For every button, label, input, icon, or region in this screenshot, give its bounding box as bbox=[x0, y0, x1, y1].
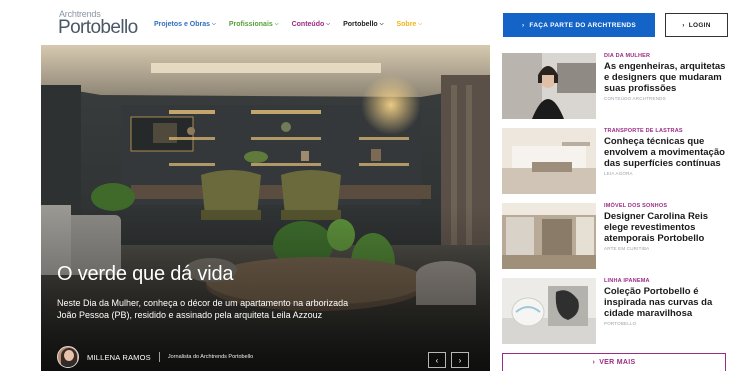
author-separator bbox=[158, 352, 160, 362]
article-title[interactable]: Conheça técnicas que envolvem a moviment… bbox=[604, 136, 732, 169]
article-author: ARTE EM CURITIBA bbox=[604, 246, 650, 251]
chevron-right-icon: › bbox=[682, 21, 685, 29]
nav-portobello[interactable]: Portobello ⌵ bbox=[343, 17, 383, 31]
nav-label: Portobello bbox=[343, 20, 378, 28]
article-title[interactable]: As engenheiras, arquitetas e designers q… bbox=[604, 61, 732, 94]
chevron-right-icon: › bbox=[592, 359, 596, 366]
chevron-left-icon: ‹ bbox=[435, 355, 439, 365]
hero-featured-article[interactable]: O verde que dá vida Neste Dia da Mulher,… bbox=[41, 45, 490, 371]
article-category[interactable]: DIA DA MULHER bbox=[604, 53, 732, 59]
site-header: Archtrends Portobello Projetos e Obras ⌵… bbox=[0, 0, 737, 44]
article-category[interactable]: TRANSPORTE DE LASTRAS bbox=[604, 128, 732, 134]
article-text: DIA DA MULHER As engenheiras, arquitetas… bbox=[604, 53, 732, 101]
logo-big-text: Portobello bbox=[58, 17, 138, 38]
nav-profissionais[interactable]: Profissionais ⌵ bbox=[229, 17, 279, 31]
see-more-label: VER MAIS bbox=[599, 359, 636, 366]
hero-description: Neste Dia da Mulher, conheça o décor de … bbox=[57, 298, 349, 320]
nav-sobre[interactable]: Sobre ⌵ bbox=[396, 17, 422, 31]
carousel-prev-button[interactable]: ‹ bbox=[428, 352, 446, 368]
chevron-down-icon: ⌵ bbox=[326, 21, 331, 27]
hero-title[interactable]: O verde que dá vida bbox=[57, 263, 234, 286]
nav-label: Sobre bbox=[396, 20, 417, 28]
chevron-right-icon: › bbox=[521, 21, 525, 29]
article-card[interactable]: DIA DA MULHER As engenheiras, arquitetas… bbox=[502, 53, 732, 121]
article-category[interactable]: IMÓVEL DOS SONHOS bbox=[604, 203, 732, 209]
article-text: IMÓVEL DOS SONHOS Designer Carolina Reis… bbox=[604, 203, 732, 251]
article-title[interactable]: Designer Carolina Reis elege revestiment… bbox=[604, 211, 732, 244]
nav-label: Projetos e Obras bbox=[154, 20, 211, 28]
article-thumbnail bbox=[502, 53, 596, 119]
article-card[interactable]: TRANSPORTE DE LASTRAS Conheça técnicas q… bbox=[502, 128, 732, 196]
article-author: LEIA AGORA bbox=[604, 171, 633, 176]
article-card[interactable]: LINHA IPANEMA Coleção Portobello é inspi… bbox=[502, 278, 732, 346]
article-category[interactable]: LINHA IPANEMA bbox=[604, 278, 732, 284]
chevron-down-icon: ⌵ bbox=[274, 21, 279, 27]
main-nav: Projetos e Obras ⌵ Profissionais ⌵ Conte… bbox=[154, 17, 422, 31]
article-thumbnail bbox=[502, 128, 596, 194]
chevron-down-icon: ⌵ bbox=[379, 21, 384, 27]
article-text: TRANSPORTE DE LASTRAS Conheça técnicas q… bbox=[604, 128, 732, 176]
nav-conteudo[interactable]: Conteúdo ⌵ bbox=[292, 17, 330, 31]
author-avatar bbox=[57, 346, 79, 368]
join-button-label: FAÇA PARTE DO ARCHTRENDS bbox=[529, 21, 637, 29]
chevron-down-icon: ⌵ bbox=[212, 21, 216, 27]
author-role: Jornalista do Archtrends Portobello bbox=[167, 354, 254, 360]
login-button[interactable]: › LOGIN bbox=[665, 13, 728, 37]
see-more-button[interactable]: › VER MAIS bbox=[502, 353, 726, 371]
article-title[interactable]: Coleção Portobello é inspirada nas curva… bbox=[604, 286, 732, 319]
chevron-right-icon: › bbox=[458, 355, 462, 365]
article-thumbnail bbox=[502, 278, 596, 344]
author-name: MILLENA RAMOS bbox=[87, 352, 151, 362]
article-card[interactable]: IMÓVEL DOS SONHOS Designer Carolina Reis… bbox=[502, 203, 732, 271]
nav-projetos-e-obras[interactable]: Projetos e Obras ⌵ bbox=[154, 17, 216, 31]
chevron-down-icon: ⌵ bbox=[418, 21, 423, 27]
login-button-label: LOGIN bbox=[688, 21, 711, 29]
article-author: PORTOBELLO bbox=[604, 321, 637, 326]
nav-label: Profissionais bbox=[228, 20, 273, 28]
living-room-photo bbox=[41, 45, 490, 371]
archtrends-portobello-logo[interactable]: Archtrends Portobello bbox=[58, 9, 138, 39]
article-thumbnail bbox=[502, 203, 596, 269]
join-archtrends-button[interactable]: › FAÇA PARTE DO ARCHTRENDS bbox=[503, 13, 655, 37]
nav-label: Conteúdo bbox=[291, 20, 325, 28]
carousel-next-button[interactable]: › bbox=[451, 352, 469, 368]
hero-author: MILLENA RAMOS Jornalista do Archtrends P… bbox=[57, 346, 253, 368]
article-text: LINHA IPANEMA Coleção Portobello é inspi… bbox=[604, 278, 732, 326]
article-author: CONTEÚDO ARCHTRENDS bbox=[604, 96, 666, 101]
